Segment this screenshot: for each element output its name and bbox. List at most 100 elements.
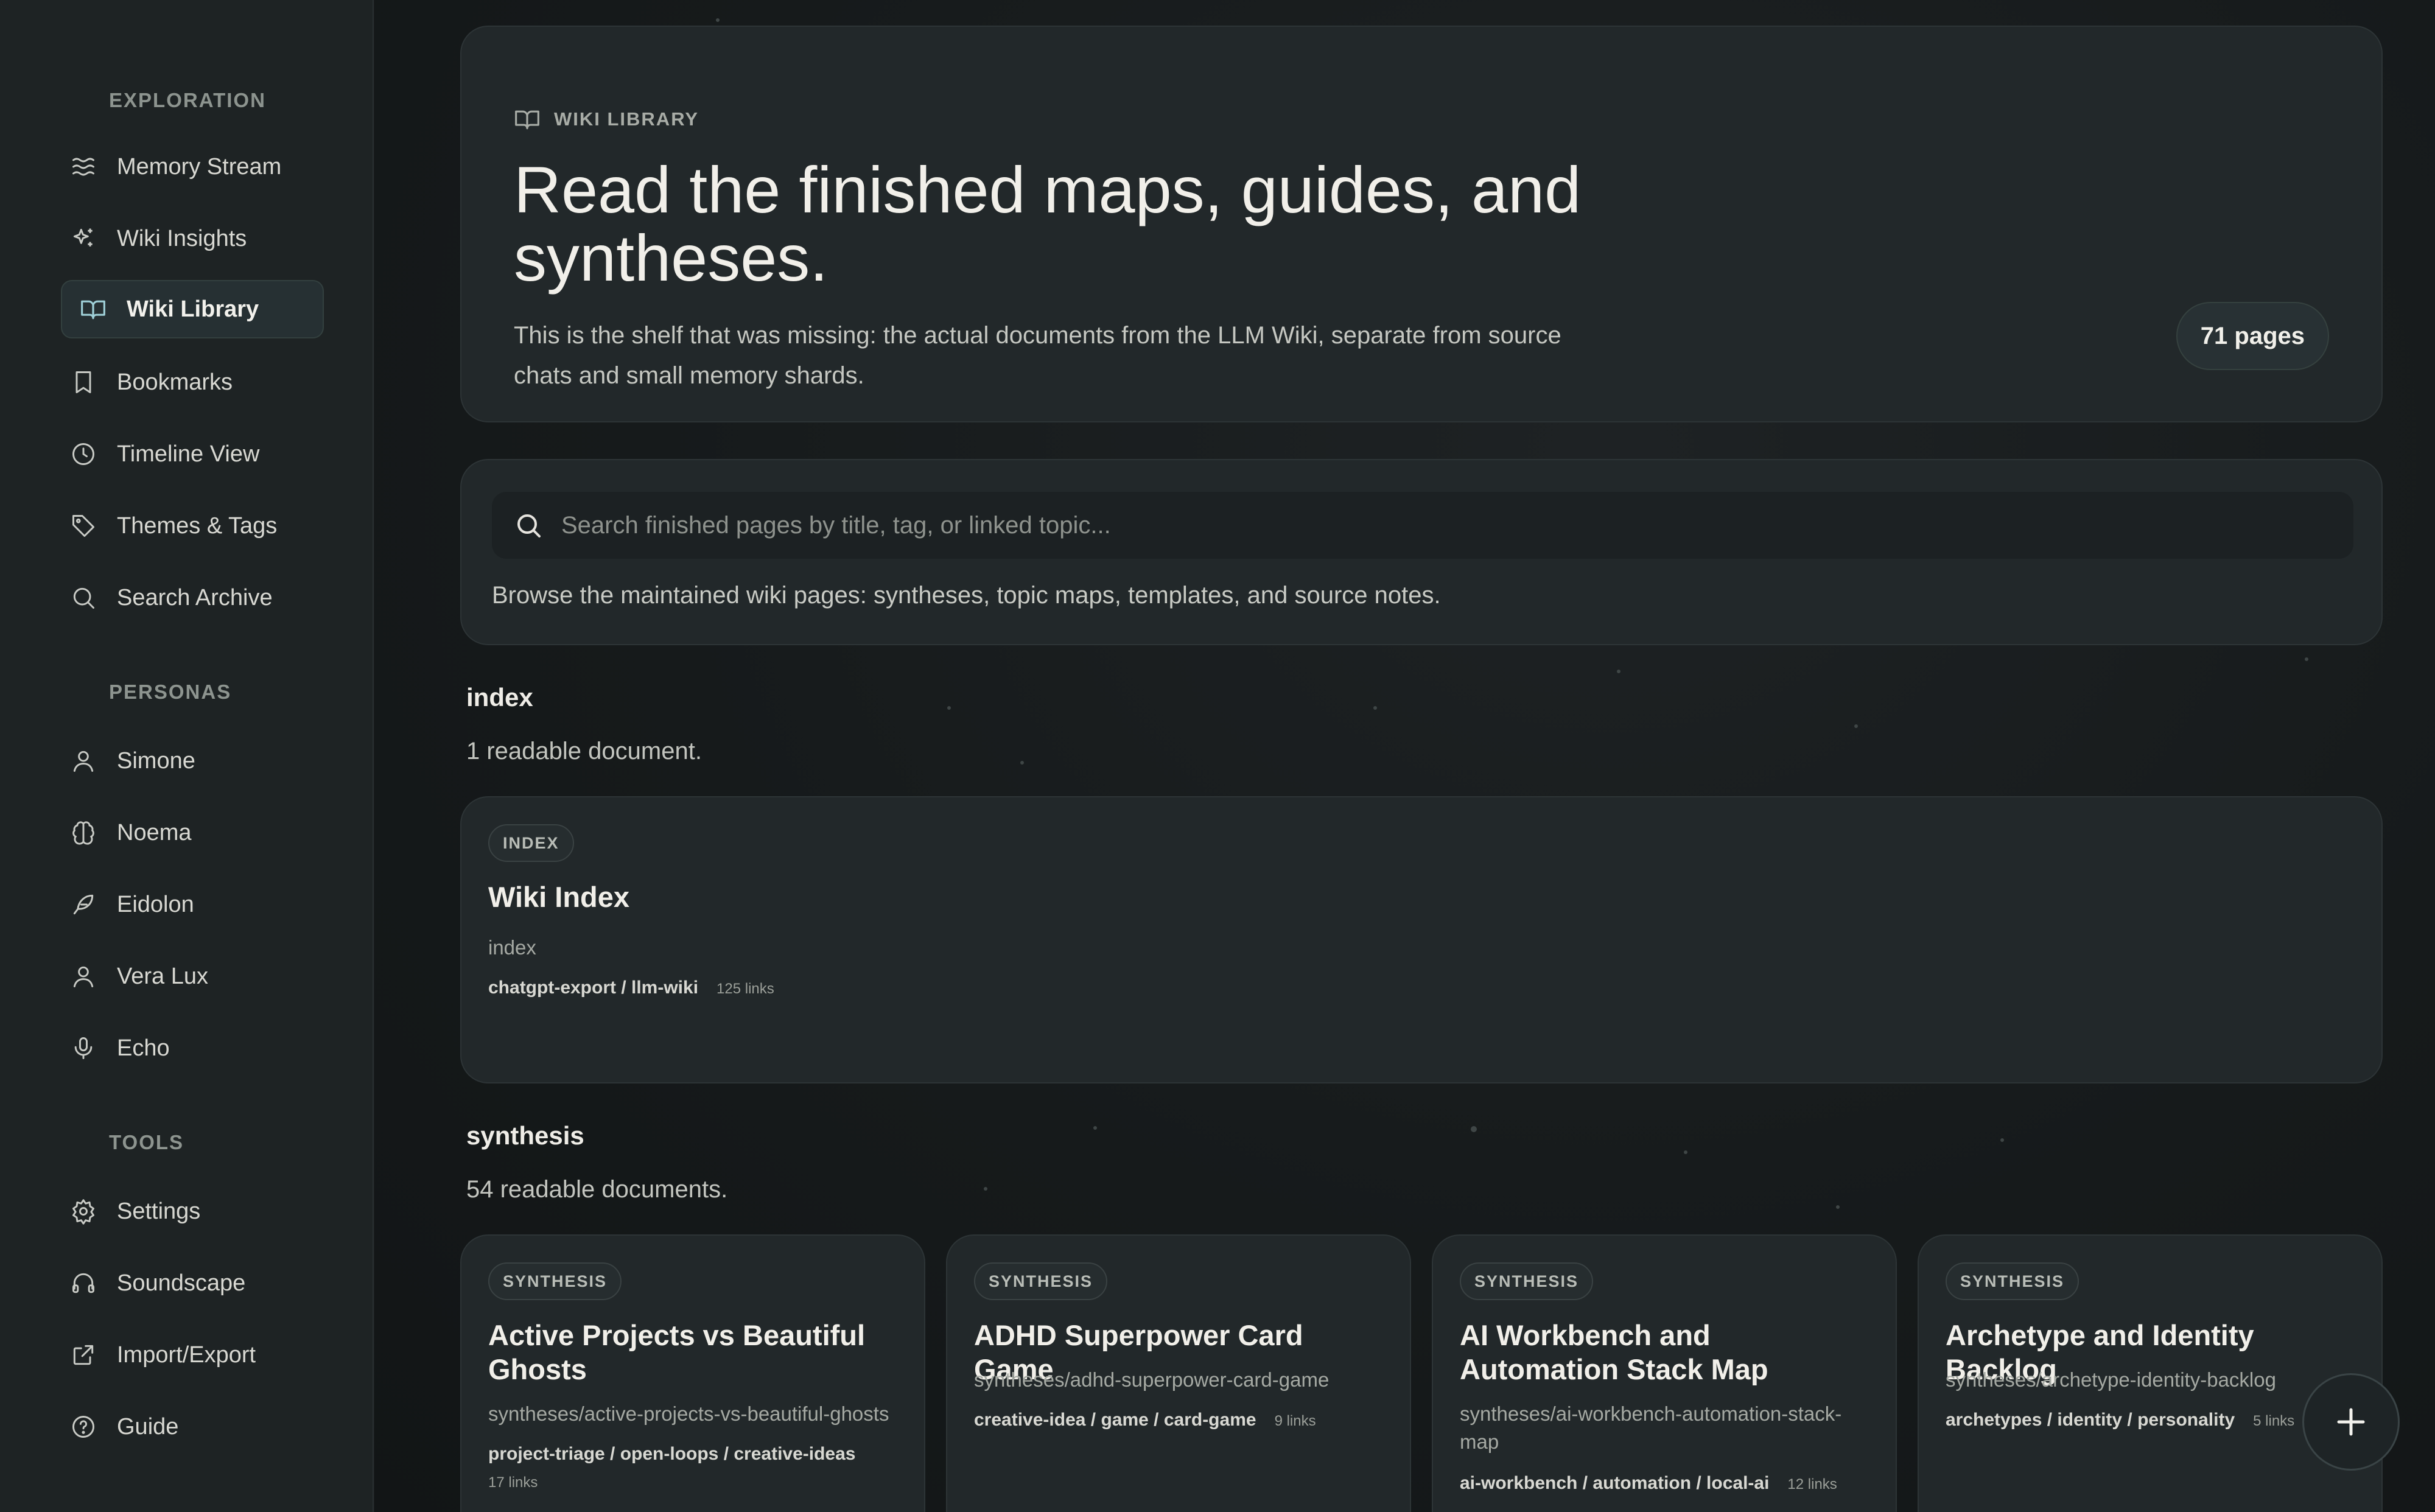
doc-card-adhd-card-game[interactable]: SYNTHESIS ADHD Superpower Card Game synt…	[946, 1234, 1411, 1512]
sidebar-item-noema[interactable]: Noema	[61, 803, 324, 862]
doc-tags: chatgpt-export / llm-wiki	[488, 978, 699, 998]
doc-title: Active Projects vs Beautiful Ghosts	[488, 1319, 866, 1385]
sidebar-item-label: Wiki Insights	[117, 225, 247, 251]
group-count-synthesis: 54 readable documents.	[466, 1176, 728, 1203]
doc-meta: creative-idea / game / card-game 9 links	[974, 1410, 1392, 1430]
sidebar-item-vera-lux[interactable]: Vera Lux	[61, 947, 324, 1006]
sidebar-item-settings[interactable]: Settings	[61, 1182, 324, 1241]
doc-path: index	[488, 936, 536, 959]
book-open-icon	[78, 294, 108, 324]
hero-eyebrow-label: WIKI LIBRARY	[554, 108, 699, 130]
hero-card: WIKI LIBRARY Read the finished maps, gui…	[460, 26, 2383, 422]
brain-icon	[68, 817, 99, 848]
doc-card-archetype-backlog[interactable]: SYNTHESIS Archetype and Identity Backlog…	[1918, 1234, 2383, 1512]
doc-path: syntheses/active-projects-vs-beautiful-g…	[488, 1402, 889, 1425]
sidebar-item-label: Timeline View	[117, 441, 260, 467]
feather-icon	[68, 889, 99, 920]
sidebar-item-label: Eidolon	[117, 891, 194, 917]
user-icon	[68, 746, 99, 776]
section-label-exploration: EXPLORATION	[109, 89, 266, 111]
sidebar-item-label: Memory Stream	[117, 153, 282, 180]
doc-title: Wiki Index	[488, 881, 630, 913]
doc-path: syntheses/ai-workbench-automation-stack-…	[1460, 1402, 1842, 1453]
group-count-index: 1 readable document.	[466, 738, 702, 765]
doc-type-tag: SYNTHESIS	[1946, 1262, 2079, 1300]
doc-path: syntheses/adhd-superpower-card-game	[974, 1368, 1330, 1391]
search-icon	[68, 583, 99, 613]
sidebar-item-label: Simone	[117, 747, 195, 774]
sidebar-item-memory-stream[interactable]: Memory Stream	[61, 138, 324, 196]
sidebar-item-themes-tags[interactable]: Themes & Tags	[61, 497, 324, 555]
doc-links-count: 125 links	[716, 981, 774, 997]
sidebar-item-wiki-insights[interactable]: Wiki Insights	[61, 209, 324, 268]
pages-count-badge: 71 pages	[2176, 302, 2329, 370]
doc-links-count: 17 links	[488, 1474, 538, 1491]
doc-links-count: 12 links	[1787, 1476, 1837, 1493]
sidebar-item-search-archive[interactable]: Search Archive	[61, 569, 324, 627]
gear-icon	[68, 1196, 99, 1227]
sidebar-item-wiki-library[interactable]: Wiki Library	[61, 280, 324, 338]
doc-path: syntheses/archetype-identity-backlog	[1946, 1368, 2276, 1391]
sidebar-item-label: Search Archive	[117, 584, 273, 611]
add-button[interactable]	[2302, 1373, 2400, 1471]
sidebar-item-label: Wiki Library	[127, 296, 259, 322]
doc-type-tag: SYNTHESIS	[488, 1262, 622, 1300]
section-label-personas: PERSONAS	[109, 681, 232, 703]
search-icon	[517, 514, 541, 537]
main-content: WIKI LIBRARY Read the finished maps, gui…	[375, 0, 2435, 1512]
search-help-text: Browse the maintained wiki pages: synthe…	[492, 582, 1441, 609]
search-input[interactable]	[561, 492, 2353, 559]
doc-tags: archetypes / identity / personality	[1946, 1410, 2235, 1430]
doc-meta: chatgpt-export / llm-wiki 125 links	[488, 978, 2363, 998]
sidebar-item-import-export[interactable]: Import/Export	[61, 1326, 324, 1384]
sidebar-item-label: Bookmarks	[117, 369, 233, 395]
search-panel: Browse the maintained wiki pages: synthe…	[460, 459, 2383, 645]
sidebar-item-label: Themes & Tags	[117, 513, 278, 539]
group-title-index: index	[466, 683, 533, 712]
sidebar-item-soundscape[interactable]: Soundscape	[61, 1254, 324, 1312]
doc-meta: project-triage / open-loops / creative-i…	[488, 1444, 906, 1491]
search-box[interactable]	[492, 492, 2353, 559]
doc-title: AI Workbench and Automation Stack Map	[1460, 1319, 1768, 1385]
sidebar-item-label: Echo	[117, 1035, 170, 1061]
plus-icon	[2337, 1408, 2365, 1436]
group-title-synthesis: synthesis	[466, 1121, 584, 1150]
sidebar-item-echo[interactable]: Echo	[61, 1019, 324, 1077]
sidebar-item-bookmarks[interactable]: Bookmarks	[61, 353, 324, 411]
doc-card-ai-workbench[interactable]: SYNTHESIS AI Workbench and Automation St…	[1432, 1234, 1897, 1512]
doc-card-wiki-index[interactable]: INDEX Wiki Index index chatgpt-export / …	[460, 796, 2383, 1083]
sidebar-item-label: Settings	[117, 1198, 201, 1224]
doc-type-tag: SYNTHESIS	[974, 1262, 1108, 1300]
doc-meta: archetypes / identity / personality 5 li…	[1946, 1410, 2363, 1430]
headphones-icon	[68, 1268, 99, 1298]
book-open-icon	[515, 110, 539, 130]
waves-icon	[68, 152, 99, 182]
page-title: Read the finished maps, guides, and synt…	[514, 153, 1582, 295]
doc-links-count: 5 links	[2253, 1413, 2295, 1429]
sidebar-item-label: Vera Lux	[117, 963, 208, 989]
sidebar-item-timeline-view[interactable]: Timeline View	[61, 425, 324, 483]
clock-icon	[68, 439, 99, 469]
doc-meta: ai-workbench / automation / local-ai 12 …	[1460, 1473, 1877, 1494]
sparkles-icon	[68, 223, 99, 254]
help-circle-icon	[68, 1412, 99, 1442]
sidebar-item-label: Soundscape	[117, 1270, 246, 1296]
microphone-icon	[68, 1033, 99, 1063]
external-link-icon	[68, 1340, 99, 1370]
sidebar-item-label: Import/Export	[117, 1342, 256, 1368]
sidebar-item-eidolon[interactable]: Eidolon	[61, 875, 324, 934]
tag-icon	[68, 511, 99, 541]
sidebar-item-guide[interactable]: Guide	[61, 1398, 324, 1456]
bookmark-icon	[68, 367, 99, 397]
page-description: This is the shelf that was missing: the …	[514, 322, 1561, 389]
doc-type-tag: INDEX	[488, 824, 574, 862]
sidebar: EXPLORATION Memory Stream Wiki Insights …	[0, 0, 374, 1512]
doc-card-active-projects[interactable]: SYNTHESIS Active Projects vs Beautiful G…	[460, 1234, 925, 1512]
sidebar-item-label: Guide	[117, 1413, 179, 1440]
doc-links-count: 9 links	[1274, 1413, 1316, 1429]
sidebar-item-simone[interactable]: Simone	[61, 732, 324, 790]
sidebar-item-label: Noema	[117, 819, 192, 845]
doc-tags: creative-idea / game / card-game	[974, 1410, 1256, 1430]
doc-tags: project-triage / open-loops / creative-i…	[488, 1444, 856, 1464]
section-label-tools: TOOLS	[109, 1131, 184, 1153]
